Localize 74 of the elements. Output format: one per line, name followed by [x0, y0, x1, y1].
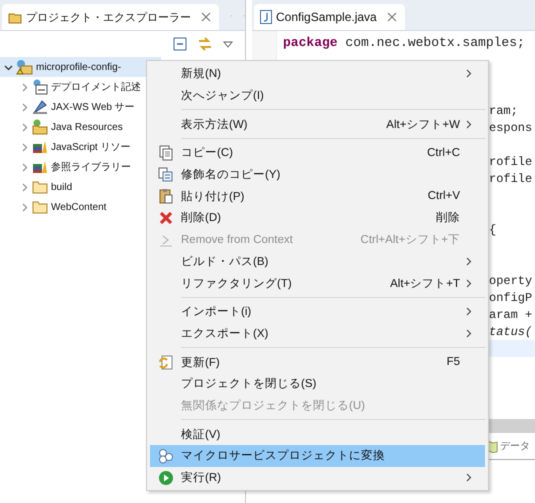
menu-item[interactable]: インポート(i)	[150, 300, 485, 323]
books-icon	[32, 159, 48, 175]
shortcut-label: Ctrl+V	[428, 190, 460, 202]
tree-item-label: microprofile-config-	[36, 62, 122, 72]
shortcut-label: Ctrl+Alt+シフト+下	[360, 233, 460, 248]
folder-icon	[32, 200, 48, 214]
folder-icon	[8, 10, 22, 24]
menu-item[interactable]: 貼り付け(P) Ctrl+V	[150, 185, 485, 208]
code-line: operty	[489, 274, 532, 288]
menu-item[interactable]: 削除(D) 削除	[150, 207, 485, 229]
menu-item[interactable]: マイクロサービスプロジェクトに変換	[150, 445, 485, 467]
run-icon	[158, 470, 174, 486]
tree-item-label: Java Resources	[51, 122, 123, 132]
tree-item-label: デプロイメント記述	[51, 80, 141, 94]
close-icon[interactable]	[386, 12, 397, 22]
code-line: espons	[489, 120, 532, 134]
collapse-all-icon[interactable]	[173, 37, 187, 51]
shortcut-label: 削除	[436, 210, 460, 226]
code-line: rofile	[489, 172, 532, 186]
collapsed-chevron-icon[interactable]	[20, 82, 29, 92]
explorer-tab-title: プロジェクト・エクスプローラー	[26, 10, 191, 24]
menu-item[interactable]: 更新(F) F5	[150, 351, 485, 373]
tree-item[interactable]: build	[0, 177, 112, 197]
collapsed-chevron-icon[interactable]	[20, 182, 29, 192]
code-line: ram;	[489, 104, 518, 118]
shortcut-label: Ctrl+C	[427, 146, 460, 159]
collapsed-chevron-icon[interactable]	[20, 162, 29, 172]
dropdown-icon[interactable]	[223, 40, 233, 48]
code-line: package com.nec.webotx.samples;	[283, 35, 525, 50]
menu-item[interactable]: リファクタリング(T) Alt+シフト+T	[150, 272, 485, 294]
menu-item[interactable]: プロジェクトを閉じる(S)	[150, 372, 485, 395]
document-icon	[32, 79, 48, 95]
code-line: {	[489, 222, 496, 236]
refresh-icon	[158, 354, 173, 370]
books-icon	[32, 139, 48, 155]
editor-tab-title: ConfigSample.java	[276, 10, 377, 24]
code-line: tatus(	[489, 324, 532, 338]
expanded-chevron-icon[interactable]	[4, 62, 13, 72]
clipboard-icon	[158, 188, 172, 204]
code-line: aram +	[489, 308, 532, 322]
menu-item[interactable]: ビルド・パス(B)	[150, 250, 485, 272]
tree-item-label: build	[51, 182, 72, 192]
collapsed-chevron-icon[interactable]	[20, 202, 29, 212]
tree-item-label: WebContent	[51, 202, 106, 212]
tree-item-label: JavaScript リソー	[51, 141, 130, 154]
tree-item-label: 参照ライブラリー	[51, 160, 131, 174]
collapsed-chevron-icon[interactable]	[20, 102, 29, 112]
delete-icon	[158, 210, 172, 225]
java-file-icon	[260, 10, 272, 24]
code-line: rofile	[489, 154, 532, 168]
tree-item-label: JAX-WS Web サー	[51, 101, 135, 114]
copy-icon	[158, 167, 173, 182]
web-service-icon	[32, 99, 48, 115]
menu-item[interactable]: 実行(R)	[150, 466, 485, 488]
tree-item[interactable]: WebContent	[0, 197, 146, 217]
menu-item[interactable]: エクスポート(X)	[150, 322, 485, 344]
collapsed-chevron-icon[interactable]	[20, 142, 29, 152]
folder-icon	[32, 119, 48, 135]
shortcut-label: Alt+シフト+T	[390, 276, 460, 291]
explorer-tab[interactable]: プロジェクト・エクスプローラー	[2, 4, 219, 30]
close-icon[interactable]	[201, 12, 211, 22]
linked-circles-icon	[158, 448, 174, 464]
shortcut-label: F5	[446, 356, 460, 368]
tree-item[interactable]: microprofile-config-	[0, 57, 162, 77]
folder-icon	[32, 180, 48, 194]
code-line: onfigP	[489, 290, 532, 304]
copy-icon	[158, 144, 172, 161]
project-icon	[16, 59, 33, 75]
menu-item[interactable]: 検証(V)	[150, 423, 485, 445]
collapsed-chevron-icon[interactable]	[20, 122, 29, 132]
editor-tab[interactable]: ConfigSample.java	[254, 4, 405, 30]
shortcut-label: Alt+シフト+W	[386, 118, 460, 132]
remove-icon	[158, 232, 172, 247]
link-arrows-icon[interactable]	[197, 37, 213, 51]
